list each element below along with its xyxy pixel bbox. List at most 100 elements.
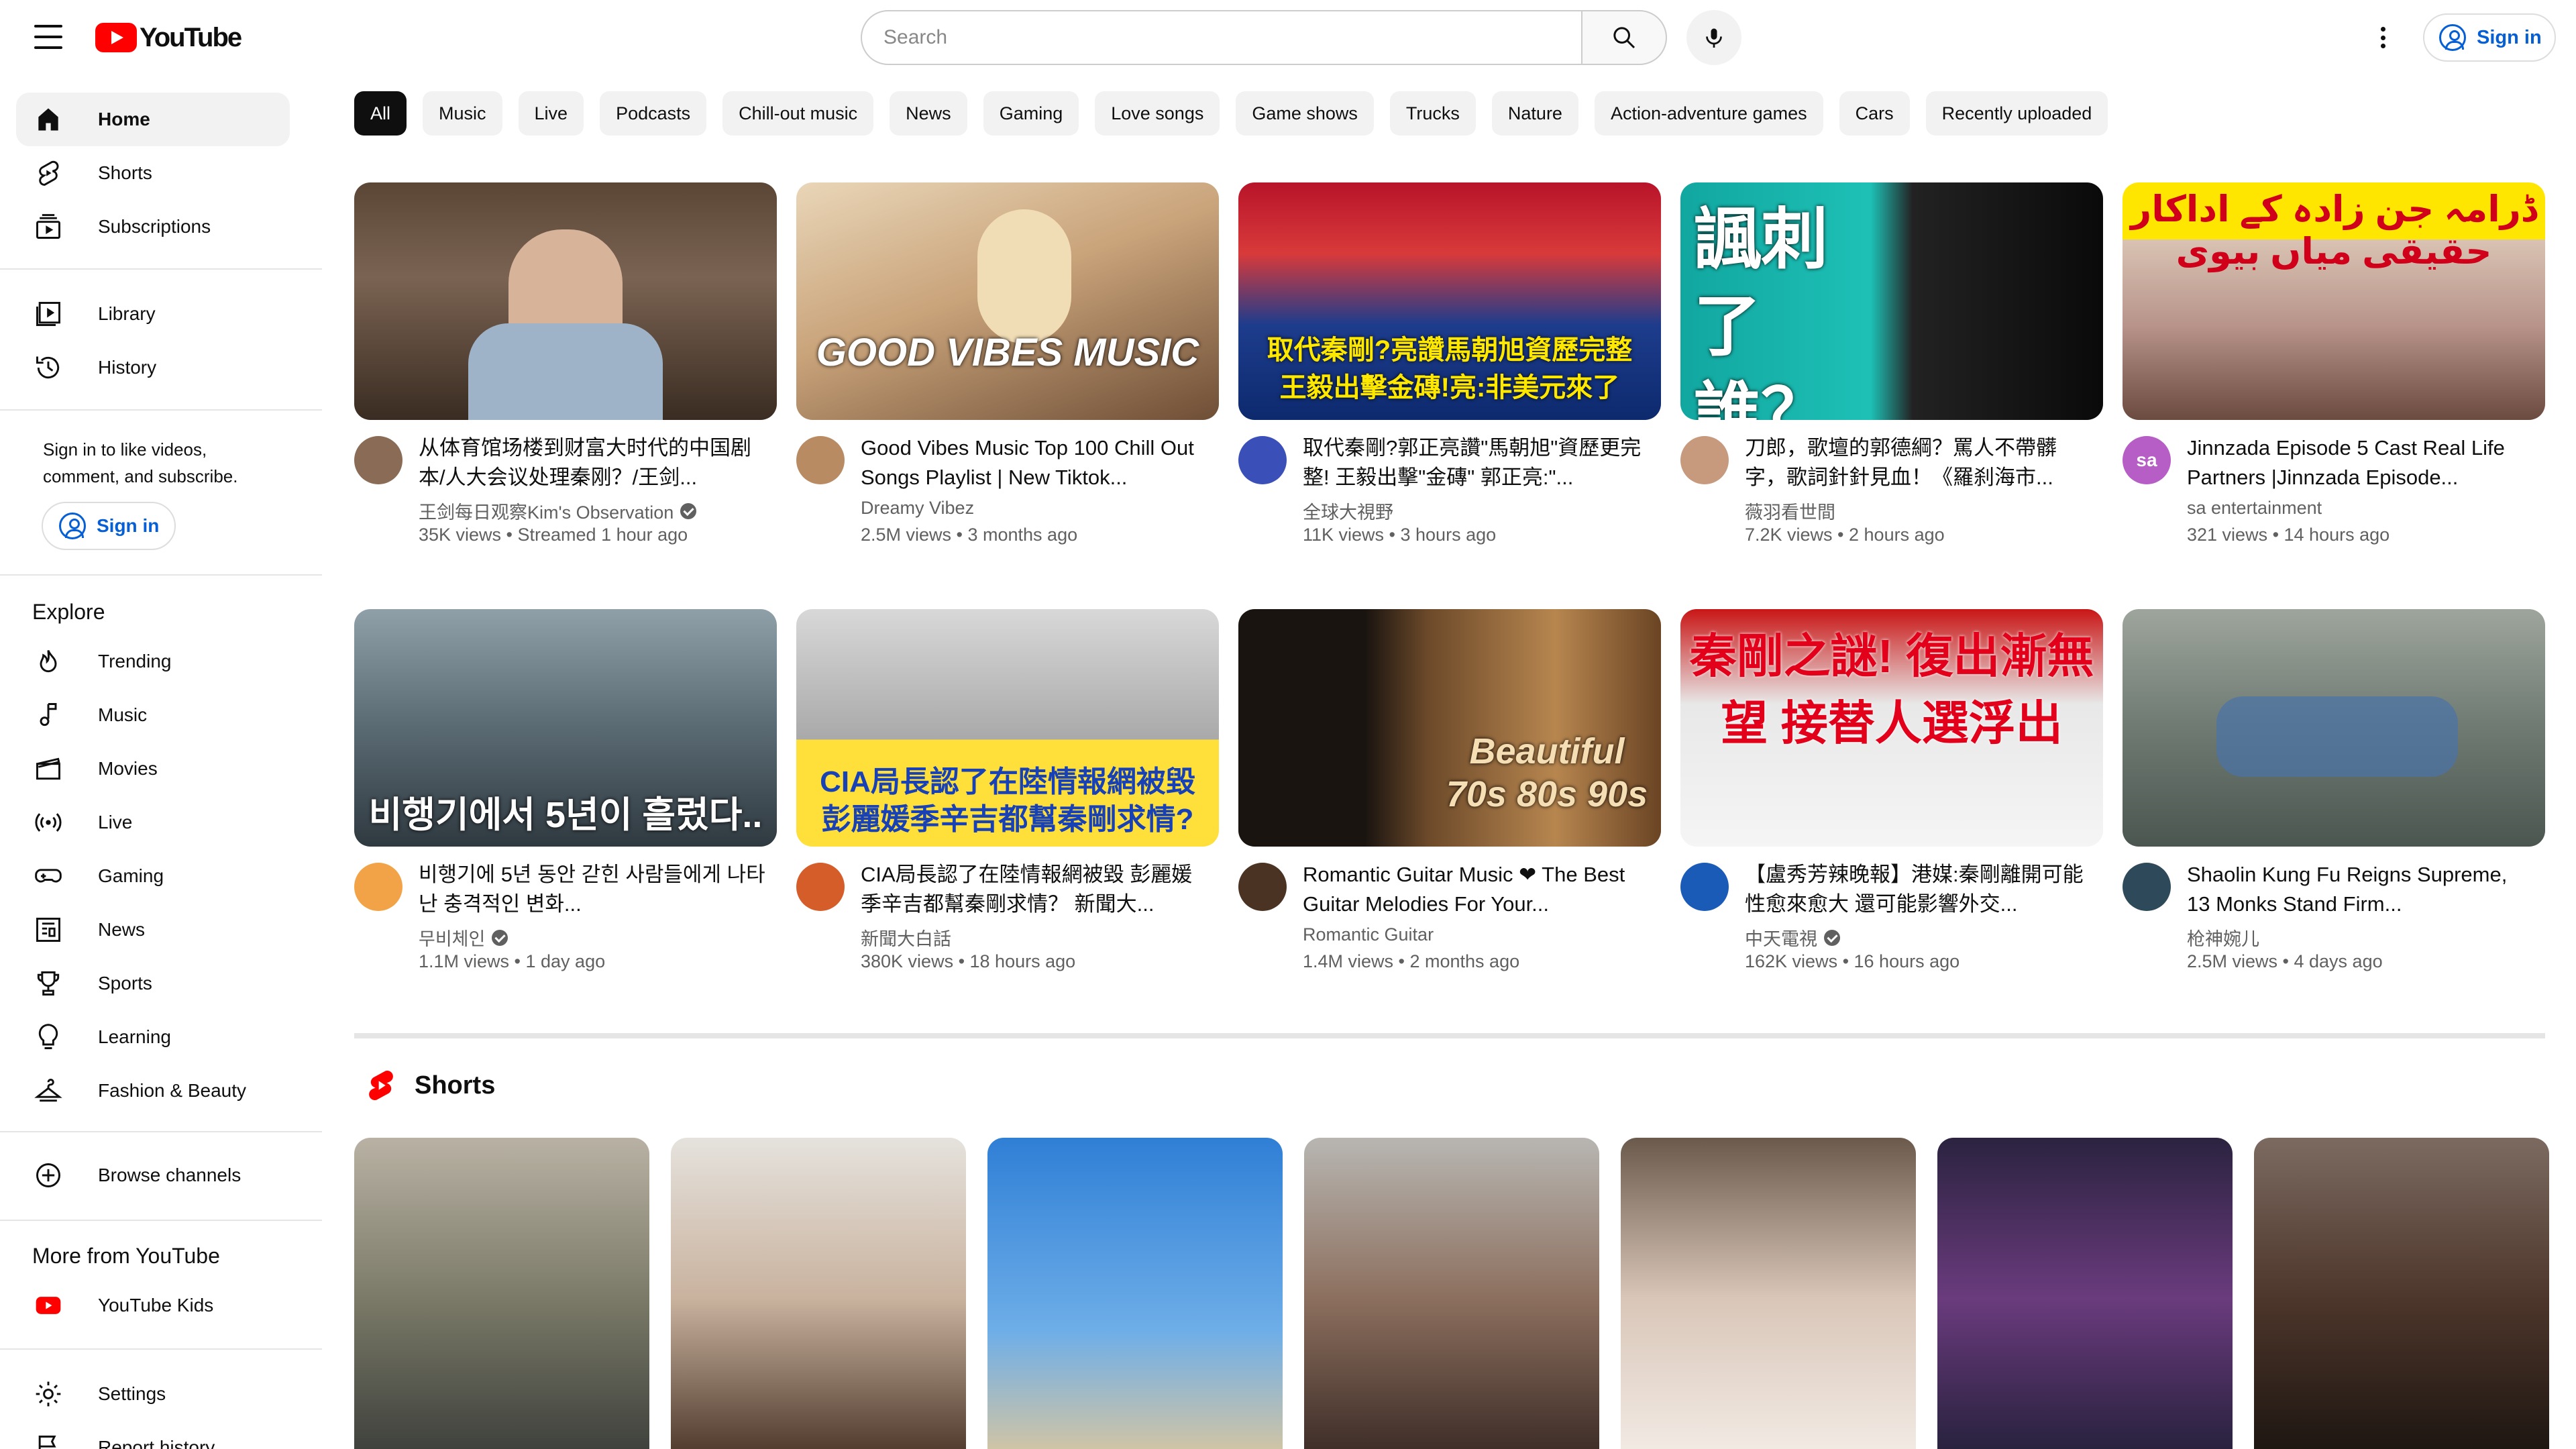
video-thumbnail[interactable]: CIA局長認了在陸情報網被毀 彭麗媛季辛吉都幫秦剛求情? bbox=[796, 609, 1219, 847]
sidebar-item-news[interactable]: News bbox=[16, 903, 290, 957]
video-thumbnail[interactable]: ڈرامہ جن زادہ کے اداکار حقیقی میاں بیوی bbox=[2123, 182, 2545, 420]
video-title[interactable]: Good Vibes Music Top 100 Chill Out Songs… bbox=[861, 433, 1210, 492]
video-card[interactable]: ڈرامہ جن زادہ کے اداکار حقیقی میاں بیوی … bbox=[2123, 182, 2545, 562]
channel-avatar[interactable] bbox=[796, 863, 845, 911]
video-title[interactable]: 从体育馆场楼到财富大时代的中国剧本/人大会议处理秦刚？/王剑... bbox=[419, 433, 767, 492]
video-thumbnail[interactable] bbox=[354, 182, 777, 420]
video-card[interactable]: 取代秦剛?亮讚馬朝旭資歷完整 王毅出擊金磚!亮:非美元來了 取代秦剛?郭正亮讚"… bbox=[1238, 182, 1661, 562]
sidebar-item-music[interactable]: Music bbox=[16, 688, 290, 742]
video-thumbnail[interactable]: 비행기에서 5년이 흘렀다.. bbox=[354, 609, 777, 847]
chip-all[interactable]: All bbox=[354, 91, 407, 136]
sidebar-item-library[interactable]: Library bbox=[16, 287, 290, 341]
chip-music[interactable]: Music bbox=[423, 91, 502, 136]
sidebar-item-learning[interactable]: Learning bbox=[16, 1010, 290, 1064]
video-title[interactable]: Romantic Guitar Music ❤ The Best Guitar … bbox=[1303, 860, 1652, 919]
video-card[interactable]: 秦剛之謎! 復出漸無望 接替人選浮出 【盧秀芳辣晚報】港媒:秦剛離開可能性愈來愈… bbox=[1680, 609, 2103, 989]
channel-name[interactable]: 新聞大白話 bbox=[861, 924, 951, 951]
thumbnail-caption: 諷刺 了誰？ bbox=[1694, 202, 1828, 420]
channel-avatar[interactable]: sa bbox=[2123, 436, 2171, 484]
sidebar-item-shorts[interactable]: Shorts bbox=[16, 146, 290, 200]
chip-news[interactable]: News bbox=[890, 91, 967, 136]
sidebar-item-youtube-kids[interactable]: YouTube Kids bbox=[16, 1279, 290, 1332]
flag-icon bbox=[32, 1432, 64, 1449]
chip-game-shows[interactable]: Game shows bbox=[1236, 91, 1374, 136]
channel-name[interactable]: 枪神婉儿 bbox=[2187, 924, 2259, 951]
sidebar-item-trending[interactable]: Trending bbox=[16, 635, 290, 688]
sidebar-item-fashion-beauty[interactable]: Fashion & Beauty bbox=[16, 1064, 290, 1118]
channel-avatar[interactable] bbox=[354, 863, 402, 911]
sidebar-item-gaming[interactable]: Gaming bbox=[16, 849, 290, 903]
video-card[interactable]: 从体育馆场楼到财富大时代的中国剧本/人大会议处理秦刚？/王剑... 王剑每日观察… bbox=[354, 182, 777, 562]
sidebar-item-browse-channels[interactable]: Browse channels bbox=[16, 1148, 290, 1202]
short-thumbnail[interactable] bbox=[671, 1138, 966, 1449]
sidebar-item-report-history[interactable]: Report history bbox=[16, 1421, 290, 1449]
video-thumbnail[interactable]: 取代秦剛?亮讚馬朝旭資歷完整 王毅出擊金磚!亮:非美元來了 bbox=[1238, 182, 1661, 420]
youtube-logo[interactable]: YouTube bbox=[95, 22, 242, 53]
channel-name[interactable]: Dreamy Vibez bbox=[861, 498, 974, 519]
video-title[interactable]: 刀郎，歌壇的郭德綱？罵人不帶髒字，歌詞針針見血！《羅刹海市... bbox=[1745, 433, 2094, 492]
channel-name[interactable]: 무비체인 bbox=[419, 924, 508, 951]
chip-gaming[interactable]: Gaming bbox=[983, 91, 1079, 136]
video-card[interactable]: Shaolin Kung Fu Reigns Supreme, 13 Monks… bbox=[2123, 609, 2545, 989]
sign-in-button[interactable]: Sign in bbox=[2423, 13, 2556, 62]
short-thumbnail[interactable] bbox=[2254, 1138, 2549, 1449]
chip-nature[interactable]: Nature bbox=[1491, 91, 1578, 136]
chip-podcasts[interactable]: Podcasts bbox=[600, 91, 707, 136]
video-title[interactable]: Shaolin Kung Fu Reigns Supreme, 13 Monks… bbox=[2187, 860, 2536, 919]
channel-name[interactable]: sa entertainment bbox=[2187, 498, 2322, 519]
sidebar-item-live[interactable]: Live bbox=[16, 796, 290, 849]
channel-name[interactable]: Romantic Guitar bbox=[1303, 924, 1434, 945]
more-options-icon[interactable] bbox=[2369, 20, 2396, 55]
channel-avatar[interactable] bbox=[1238, 436, 1287, 484]
movies-icon bbox=[32, 753, 64, 785]
short-thumbnail[interactable] bbox=[1621, 1138, 1916, 1449]
sidebar-item-subscriptions[interactable]: Subscriptions bbox=[16, 200, 290, 254]
search-button[interactable] bbox=[1581, 10, 1667, 65]
channel-avatar[interactable] bbox=[1680, 863, 1729, 911]
sidebar-item-settings[interactable]: Settings bbox=[16, 1367, 290, 1421]
channel-name[interactable]: 王剑每日观察Kim's Observation bbox=[419, 498, 697, 524]
channel-avatar[interactable] bbox=[1680, 436, 1729, 484]
video-thumbnail[interactable]: 諷刺 了誰？ bbox=[1680, 182, 2103, 420]
sidebar-item-sports[interactable]: Sports bbox=[16, 957, 290, 1010]
video-thumbnail[interactable]: Beautiful 70s 80s 90s bbox=[1238, 609, 1661, 847]
short-thumbnail[interactable] bbox=[354, 1138, 649, 1449]
channel-avatar[interactable] bbox=[354, 436, 402, 484]
chip-trucks[interactable]: Trucks bbox=[1389, 91, 1476, 136]
short-thumbnail[interactable] bbox=[987, 1138, 1283, 1449]
video-title[interactable]: 【盧秀芳辣晚報】港媒:秦剛離開可能性愈來愈大 還可能影響外交... bbox=[1745, 860, 2094, 919]
short-thumbnail[interactable] bbox=[1304, 1138, 1599, 1449]
chip-love-songs[interactable]: Love songs bbox=[1095, 91, 1220, 136]
voice-search-button[interactable] bbox=[1686, 10, 1741, 65]
sidebar-sign-in-button[interactable]: Sign in bbox=[42, 502, 176, 550]
channel-avatar[interactable] bbox=[1238, 863, 1287, 911]
video-card[interactable]: GOOD VIBES MUSIC Good Vibes Music Top 10… bbox=[796, 182, 1219, 562]
video-title[interactable]: Jinnzada Episode 5 Cast Real Life Partne… bbox=[2187, 433, 2536, 492]
chip-action-adventure-games[interactable]: Action-adventure games bbox=[1594, 91, 1823, 136]
chip-recently-uploaded[interactable]: Recently uploaded bbox=[1925, 91, 2108, 136]
video-thumbnail[interactable] bbox=[2123, 609, 2545, 847]
chip-live[interactable]: Live bbox=[518, 91, 584, 136]
sidebar-item-history[interactable]: History bbox=[16, 341, 290, 394]
video-title[interactable]: 取代秦剛?郭正亮讚"馬朝旭"資歷更完整! 王毅出擊"金磚" 郭正亮:"... bbox=[1303, 433, 1652, 492]
channel-name[interactable]: 全球大視野 bbox=[1303, 498, 1393, 524]
video-card[interactable]: CIA局長認了在陸情報網被毀 彭麗媛季辛吉都幫秦剛求情? CIA局長認了在陸情報… bbox=[796, 609, 1219, 989]
chip-cars[interactable]: Cars bbox=[1839, 91, 1910, 136]
sidebar-item-movies[interactable]: Movies bbox=[16, 742, 290, 796]
menu-icon[interactable] bbox=[30, 22, 66, 52]
channel-avatar[interactable] bbox=[2123, 863, 2171, 911]
short-thumbnail[interactable] bbox=[1937, 1138, 2233, 1449]
video-card[interactable]: Beautiful 70s 80s 90s Romantic Guitar Mu… bbox=[1238, 609, 1661, 989]
video-thumbnail[interactable]: GOOD VIBES MUSIC bbox=[796, 182, 1219, 420]
chip-chill-out-music[interactable]: Chill-out music bbox=[722, 91, 874, 136]
video-card[interactable]: 諷刺 了誰？ 刀郎，歌壇的郭德綱？罵人不帶髒字，歌詞針針見血！《羅刹海市... … bbox=[1680, 182, 2103, 562]
channel-name[interactable]: 中天電視 bbox=[1745, 924, 1840, 951]
sidebar-item-home[interactable]: Home bbox=[16, 93, 290, 146]
channel-avatar[interactable] bbox=[796, 436, 845, 484]
video-title[interactable]: 비행기에 5년 동안 갇힌 사람들에게 나타난 충격적인 변화... bbox=[419, 860, 767, 919]
channel-name[interactable]: 薇羽看世間 bbox=[1745, 498, 1835, 524]
video-card[interactable]: 비행기에서 5년이 흘렀다.. 비행기에 5년 동안 갇힌 사람들에게 나타난 … bbox=[354, 609, 777, 989]
search-input[interactable]: Search bbox=[861, 10, 1582, 65]
video-title[interactable]: CIA局長認了在陸情報網被毀 彭麗媛季辛吉都幫秦剛求情？ 新聞大... bbox=[861, 860, 1210, 919]
video-thumbnail[interactable]: 秦剛之謎! 復出漸無望 接替人選浮出 bbox=[1680, 609, 2103, 847]
